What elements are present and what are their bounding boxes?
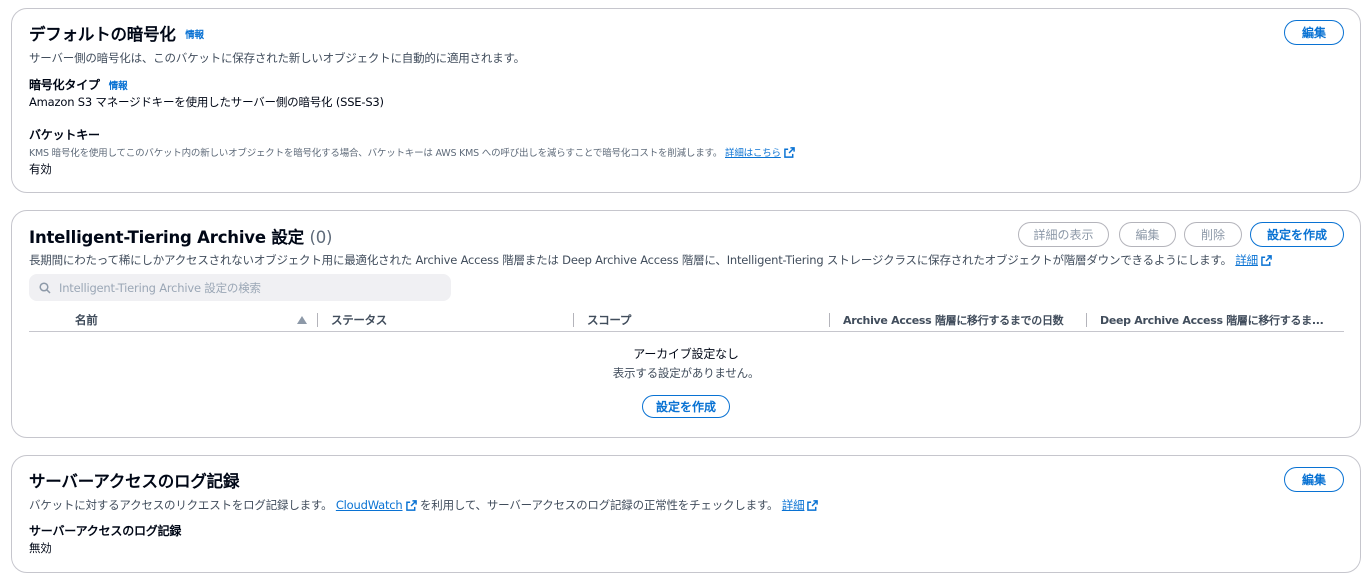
tiering-delete-button[interactable]: 削除 xyxy=(1184,222,1242,247)
logging-desc-after: を利用して、サーバーアクセスのログ記録の正常性をチェックします。 xyxy=(419,498,779,512)
logging-description: バケットに対するアクセスのリクエストをログ記録します。 CloudWatch を… xyxy=(29,497,819,513)
bucket-key-value: 有効 xyxy=(29,162,52,176)
bucket-key-description: KMS 暗号化を使用してこのバケット内の新しいオブジェクトを暗号化する場合、バケ… xyxy=(29,145,795,159)
encryption-type-value: Amazon S3 マネージドキーを使用したサーバー側の暗号化 (SSE-S3) xyxy=(29,95,384,109)
encryption-type-info-link[interactable]: 情報 xyxy=(109,81,128,92)
tiering-learn-more-link[interactable]: 詳細 xyxy=(1235,253,1258,267)
empty-state-title: アーカイブ設定なし xyxy=(633,347,739,361)
logging-field-value: 無効 xyxy=(29,541,52,555)
default-encryption-panel: デフォルトの暗号化 情報 編集 サーバー側の暗号化は、このバケットに保存された新… xyxy=(11,8,1361,193)
empty-state-description: 表示する設定がありません。 xyxy=(612,366,760,380)
column-divider[interactable] xyxy=(317,313,318,327)
tiering-description: 長期間にわたって稀にしかアクセスされないオブジェクト用に最適化された Archi… xyxy=(29,252,1272,268)
tiering-count: (0) xyxy=(309,228,333,247)
column-header-deep-archive-days[interactable]: Deep Archive Access 階層に移行するま... xyxy=(1100,312,1344,328)
encryption-title: デフォルトの暗号化 xyxy=(29,25,176,44)
external-link-icon xyxy=(807,500,819,511)
external-link-icon xyxy=(405,500,417,511)
server-access-logging-panel: サーバーアクセスのログ記録 編集 バケットに対するアクセスのリクエストをログ記録… xyxy=(11,455,1361,573)
search-placeholder: Intelligent-Tiering Archive 設定の検索 xyxy=(59,280,261,295)
bucket-key-desc-text: KMS 暗号化を使用してこのバケット内の新しいオブジェクトを暗号化する場合、バケ… xyxy=(29,148,723,159)
search-icon xyxy=(39,281,51,294)
logging-edit-button[interactable]: 編集 xyxy=(1284,467,1344,492)
tiering-description-text: 長期間にわたって稀にしかアクセスされないオブジェクト用に最適化された Archi… xyxy=(29,253,1232,267)
view-details-button[interactable]: 詳細の表示 xyxy=(1018,222,1109,247)
column-header-scope[interactable]: スコープ xyxy=(587,312,631,328)
logging-title: サーバーアクセスのログ記録 xyxy=(29,472,240,491)
tiering-heading: Intelligent-Tiering Archive 設定 (0) xyxy=(29,224,332,248)
external-link-icon xyxy=(1261,255,1272,266)
table-header-divider xyxy=(29,331,1344,332)
column-divider[interactable] xyxy=(829,313,830,327)
intelligent-tiering-panel: Intelligent-Tiering Archive 設定 (0) 詳細の表示… xyxy=(11,210,1361,438)
encryption-type-heading: 暗号化タイプ 情報 xyxy=(29,76,128,93)
column-divider[interactable] xyxy=(573,313,574,327)
bucket-key-learn-more-link[interactable]: 詳細はこちら xyxy=(725,148,781,159)
logging-field-label: サーバーアクセスのログ記録 xyxy=(29,524,182,538)
column-header-archive-days[interactable]: Archive Access 階層に移行するまでの日数 xyxy=(843,312,1064,328)
cloudwatch-link[interactable]: CloudWatch xyxy=(336,498,403,512)
sort-ascending-icon[interactable] xyxy=(297,316,307,324)
encryption-info-link[interactable]: 情報 xyxy=(185,30,204,41)
column-header-status[interactable]: ステータス xyxy=(331,312,387,328)
tiering-edit-button[interactable]: 編集 xyxy=(1119,222,1176,247)
encryption-heading: デフォルトの暗号化 情報 xyxy=(29,21,204,45)
encryption-edit-button[interactable]: 編集 xyxy=(1284,20,1344,45)
encryption-description: サーバー側の暗号化は、このバケットに保存された新しいオブジェクトに自動的に適用さ… xyxy=(29,51,525,65)
column-header-name[interactable]: 名前 xyxy=(75,312,98,328)
bucket-key-label: バケットキー xyxy=(29,128,100,142)
column-divider[interactable] xyxy=(1086,313,1087,327)
encryption-type-label: 暗号化タイプ xyxy=(29,78,100,92)
logging-learn-more-link[interactable]: 詳細 xyxy=(782,498,805,512)
tiering-title: Intelligent-Tiering Archive 設定 xyxy=(29,228,304,247)
tiering-search-input[interactable]: Intelligent-Tiering Archive 設定の検索 xyxy=(29,274,451,301)
empty-state-create-button[interactable]: 設定を作成 xyxy=(642,395,730,418)
logging-desc-before: バケットに対するアクセスのリクエストをログ記録します。 xyxy=(29,498,333,512)
external-link-icon xyxy=(784,147,795,158)
tiering-create-button[interactable]: 設定を作成 xyxy=(1250,222,1344,247)
